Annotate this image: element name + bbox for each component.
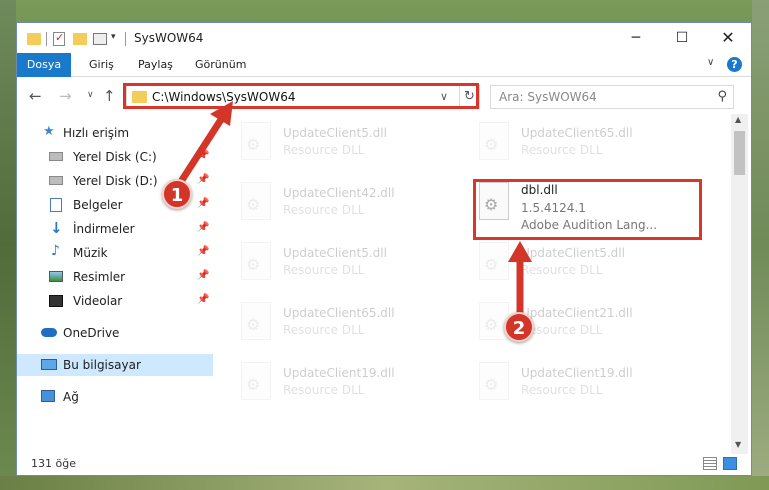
arrow-2-head-icon (508, 241, 532, 262)
arrow-1-line (178, 114, 226, 184)
annotation-arrows (178, 101, 532, 317)
step-marker-2: 2 (504, 312, 534, 342)
step-marker-1: 1 (162, 179, 192, 209)
